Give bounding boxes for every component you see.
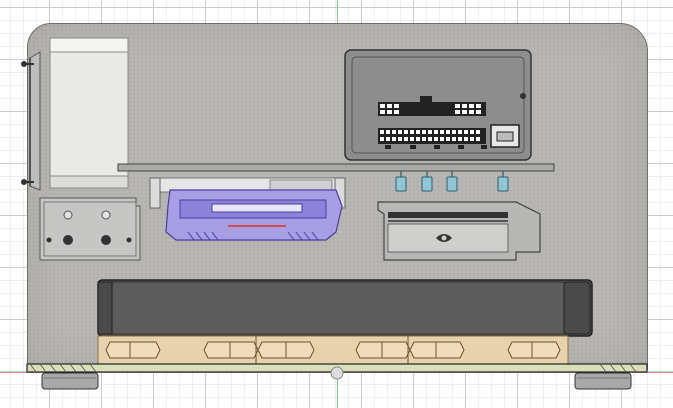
psu-power-switch[interactable]	[490, 124, 520, 148]
origin-marker-icon	[330, 366, 344, 380]
fan-row[interactable]	[97, 335, 569, 367]
ram-heatsink[interactable]	[149, 177, 346, 241]
blue-connector-row[interactable]	[395, 171, 509, 192]
graphics-card[interactable]	[377, 201, 541, 261]
radiator[interactable]	[97, 279, 593, 337]
pump-bracket[interactable]	[39, 197, 141, 261]
reservoir-tube[interactable]	[21, 37, 129, 191]
motherboard-tray[interactable]	[117, 163, 555, 172]
foot-left	[41, 372, 99, 390]
pc-build-drawing[interactable]	[0, 0, 673, 408]
power-supply[interactable]	[344, 49, 532, 161]
foot-right	[574, 372, 632, 390]
